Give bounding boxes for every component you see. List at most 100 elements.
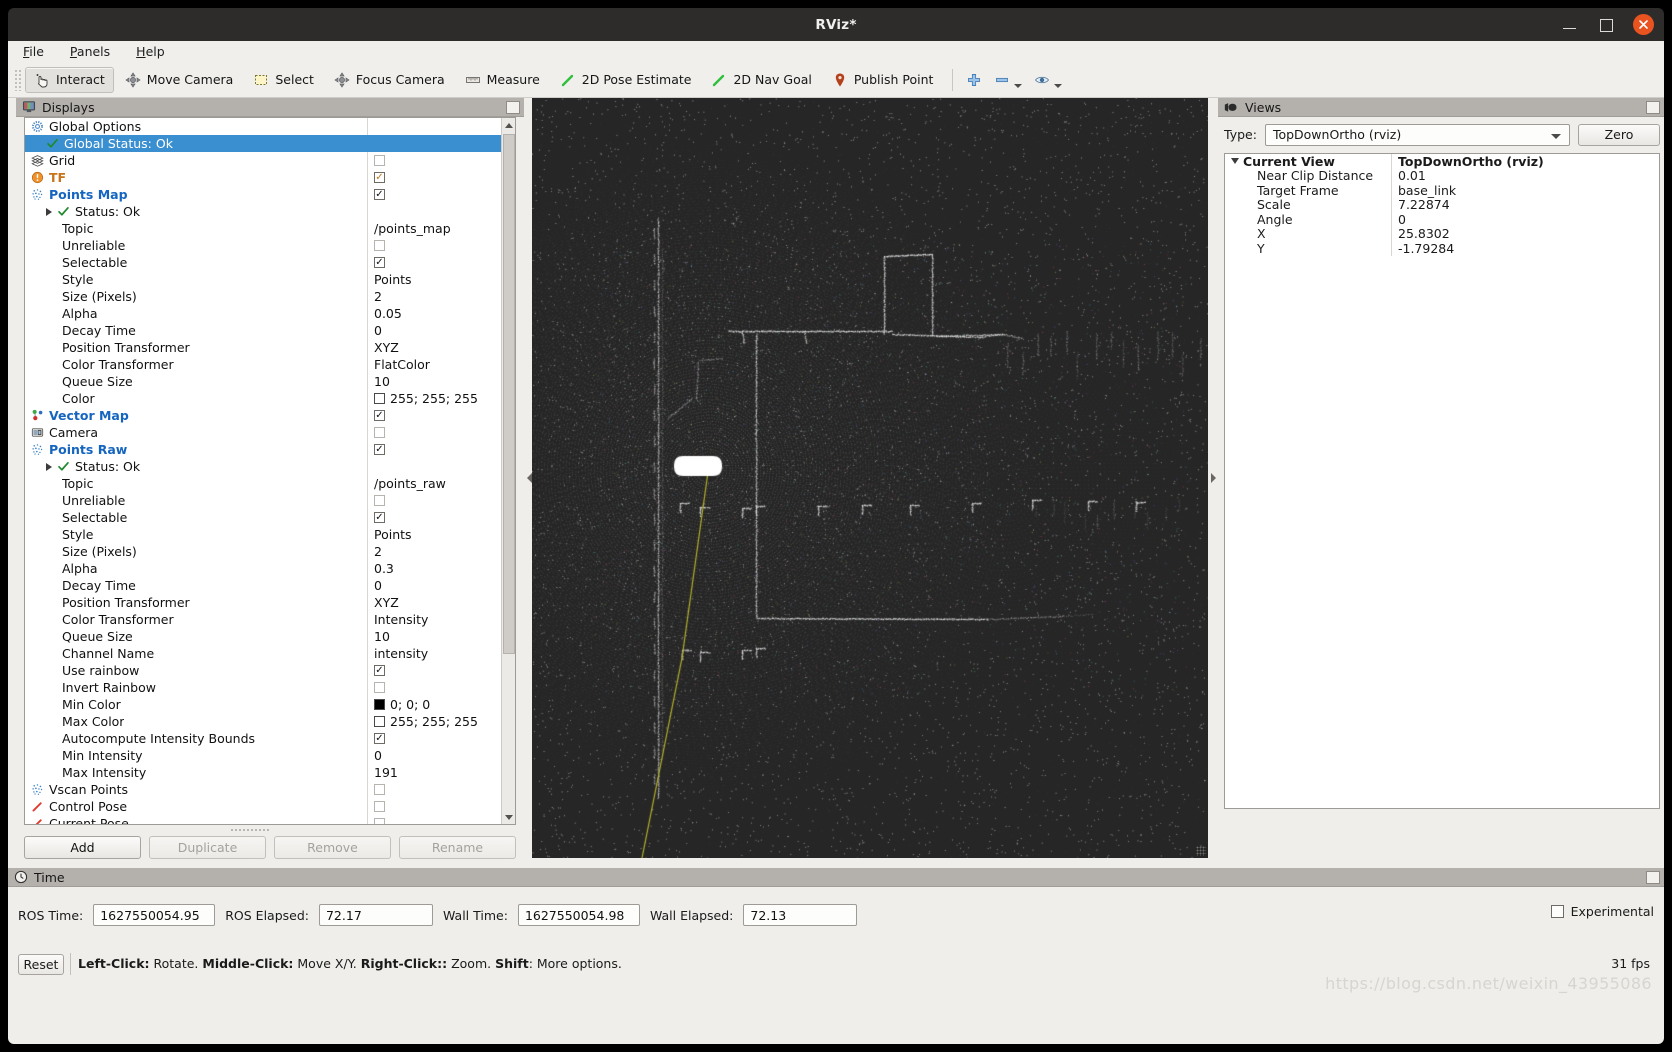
display-row-checkbox[interactable] [374, 818, 385, 824]
display-row-value[interactable]: 2 [367, 543, 501, 560]
display-row-value[interactable] [367, 492, 501, 509]
display-row-control-pose[interactable]: Control Pose [25, 798, 501, 815]
display-row-max-color[interactable]: Max Color 255; 255; 255 [25, 713, 501, 730]
display-row-position-transformer[interactable]: Position Transformer XYZ [25, 594, 501, 611]
display-row-points-map[interactable]: Points Map ✓ [25, 186, 501, 203]
tool-select[interactable]: Select [244, 67, 323, 93]
display-row-tf[interactable]: TF ✓ [25, 169, 501, 186]
display-row-unreliable[interactable]: Unreliable [25, 492, 501, 509]
view-prop-x[interactable]: X 25.8302 [1225, 226, 1659, 241]
chevron-down-icon-2[interactable] [1054, 83, 1063, 88]
display-row-value[interactable] [367, 237, 501, 254]
display-row-checkbox[interactable] [374, 495, 385, 506]
experimental-toggle[interactable]: Experimental [1550, 904, 1654, 919]
chevron-down-icon[interactable] [1014, 83, 1023, 88]
tool-visibility-button[interactable] [1029, 67, 1067, 93]
display-row-checkbox[interactable] [374, 427, 385, 438]
scroll-down-icon[interactable] [502, 810, 515, 824]
expand-arrow-icon[interactable] [46, 462, 52, 471]
toolbar-grip[interactable] [14, 68, 22, 91]
display-row-value[interactable]: ✓ [367, 407, 501, 424]
display-row-position-transformer[interactable]: Position Transformer XYZ [25, 339, 501, 356]
close-icon[interactable] [1633, 14, 1654, 35]
display-row-checkbox[interactable] [374, 784, 385, 795]
display-row-queue-size[interactable]: Queue Size 10 [25, 628, 501, 645]
view-prop-value[interactable]: TopDownOrtho (rviz) [1391, 154, 1659, 169]
display-row-value[interactable]: ✓ [367, 662, 501, 679]
display-row-value[interactable]: Points [367, 526, 501, 543]
display-row-value[interactable]: ✓ [367, 254, 501, 271]
collapse-arrow-icon[interactable] [1231, 158, 1239, 165]
menu-panels[interactable]: Panels [67, 43, 113, 60]
display-row-max-intensity[interactable]: Max Intensity 191 [25, 764, 501, 781]
view-prop-value[interactable]: 0 [1391, 212, 1659, 227]
display-row-checkbox[interactable]: ✓ [374, 512, 385, 523]
views-property-tree[interactable]: Current View TopDownOrtho (rviz) Near Clip… [1224, 153, 1660, 809]
display-row-value[interactable] [367, 781, 501, 798]
render-view-grip[interactable] [1196, 846, 1206, 856]
minimize-icon[interactable] [1561, 16, 1579, 34]
display-row-min-intensity[interactable]: Min Intensity 0 [25, 747, 501, 764]
maximize-icon[interactable] [1597, 16, 1615, 34]
display-row-selectable[interactable]: Selectable ✓ [25, 254, 501, 271]
display-row-checkbox[interactable] [374, 801, 385, 812]
display-row-color-transformer[interactable]: Color Transformer FlatColor [25, 356, 501, 373]
menu-help[interactable]: Help [133, 43, 168, 60]
display-row-value[interactable]: 10 [367, 628, 501, 645]
display-row-selectable[interactable]: Selectable ✓ [25, 509, 501, 526]
display-row-camera[interactable]: Camera [25, 424, 501, 441]
display-row-value[interactable] [367, 815, 501, 824]
display-row-min-color[interactable]: Min Color 0; 0; 0 [25, 696, 501, 713]
view-prop-value[interactable]: 7.22874 [1391, 197, 1659, 212]
display-row-decay-time[interactable]: Decay Time 0 [25, 322, 501, 339]
display-row-color[interactable]: Color 255; 255; 255 [25, 390, 501, 407]
display-row-checkbox[interactable]: ✓ [374, 257, 385, 268]
display-row-value[interactable]: intensity [367, 645, 501, 662]
display-row-decay-time[interactable]: Decay Time 0 [25, 577, 501, 594]
display-row-alpha[interactable]: Alpha 0.3 [25, 560, 501, 577]
tool-interact[interactable]: Interact [25, 66, 114, 93]
view-prop-y[interactable]: Y -1.79284 [1225, 241, 1659, 256]
display-row-checkbox[interactable]: ✓ [374, 410, 385, 421]
display-row-points-raw[interactable]: Points Raw ✓ [25, 441, 501, 458]
display-row-value[interactable]: Intensity [367, 611, 501, 628]
display-row-invert-rainbow[interactable]: Invert Rainbow [25, 679, 501, 696]
view-prop-near-clip-distance[interactable]: Near Clip Distance 0.01 [1225, 168, 1659, 183]
add-tool-button[interactable] [961, 67, 987, 93]
tool-2d-pose-estimate[interactable]: 2D Pose Estimate [551, 67, 701, 93]
view-prop-scale[interactable]: Scale 7.22874 [1225, 197, 1659, 212]
zero-button[interactable]: Zero [1578, 123, 1660, 146]
point-cloud-canvas[interactable] [532, 98, 1208, 858]
display-row-color-transformer[interactable]: Color Transformer Intensity [25, 611, 501, 628]
display-row-checkbox[interactable]: ✓ [374, 172, 385, 183]
displays-tree[interactable]: Global Options Global Status: Ok Grid TF ✓ Po… [24, 117, 516, 825]
display-row-value[interactable]: 0; 0; 0 [367, 696, 501, 713]
display-row-value[interactable]: 10 [367, 373, 501, 390]
display-row-unreliable[interactable]: Unreliable [25, 237, 501, 254]
displays-float-button[interactable] [506, 101, 520, 114]
displays-resize-grip[interactable] [230, 828, 270, 833]
display-row-queue-size[interactable]: Queue Size 10 [25, 373, 501, 390]
display-row-value[interactable]: XYZ [367, 594, 501, 611]
display-row-value[interactable]: ✓ [367, 441, 501, 458]
time-input-ros-time[interactable]: 1627550054.95 [93, 904, 216, 926]
display-row-channel-name[interactable]: Channel Name intensity [25, 645, 501, 662]
display-row-style[interactable]: Style Points [25, 271, 501, 288]
display-row-autocompute-intensity-bounds[interactable]: Autocompute Intensity Bounds ✓ [25, 730, 501, 747]
view-prop-value[interactable]: -1.79284 [1391, 241, 1659, 256]
reset-button[interactable]: Reset [18, 954, 64, 975]
display-row-value[interactable] [367, 458, 501, 475]
display-row-status-ok[interactable]: Status: Ok [25, 458, 501, 475]
menu-file[interactable]: File [20, 43, 47, 60]
display-row-use-rainbow[interactable]: Use rainbow ✓ [25, 662, 501, 679]
display-row-style[interactable]: Style Points [25, 526, 501, 543]
display-row-checkbox[interactable]: ✓ [374, 733, 385, 744]
display-row-checkbox[interactable] [374, 682, 385, 693]
scroll-thumb[interactable] [503, 134, 515, 654]
display-row-checkbox[interactable]: ✓ [374, 444, 385, 455]
display-row-value[interactable]: FlatColor [367, 356, 501, 373]
right-splitter[interactable] [1208, 98, 1218, 858]
view-prop-target-frame[interactable]: Target Frame base_link [1225, 183, 1659, 198]
display-row-vector-map[interactable]: Vector Map ✓ [25, 407, 501, 424]
display-row-value[interactable]: 191 [367, 764, 501, 781]
